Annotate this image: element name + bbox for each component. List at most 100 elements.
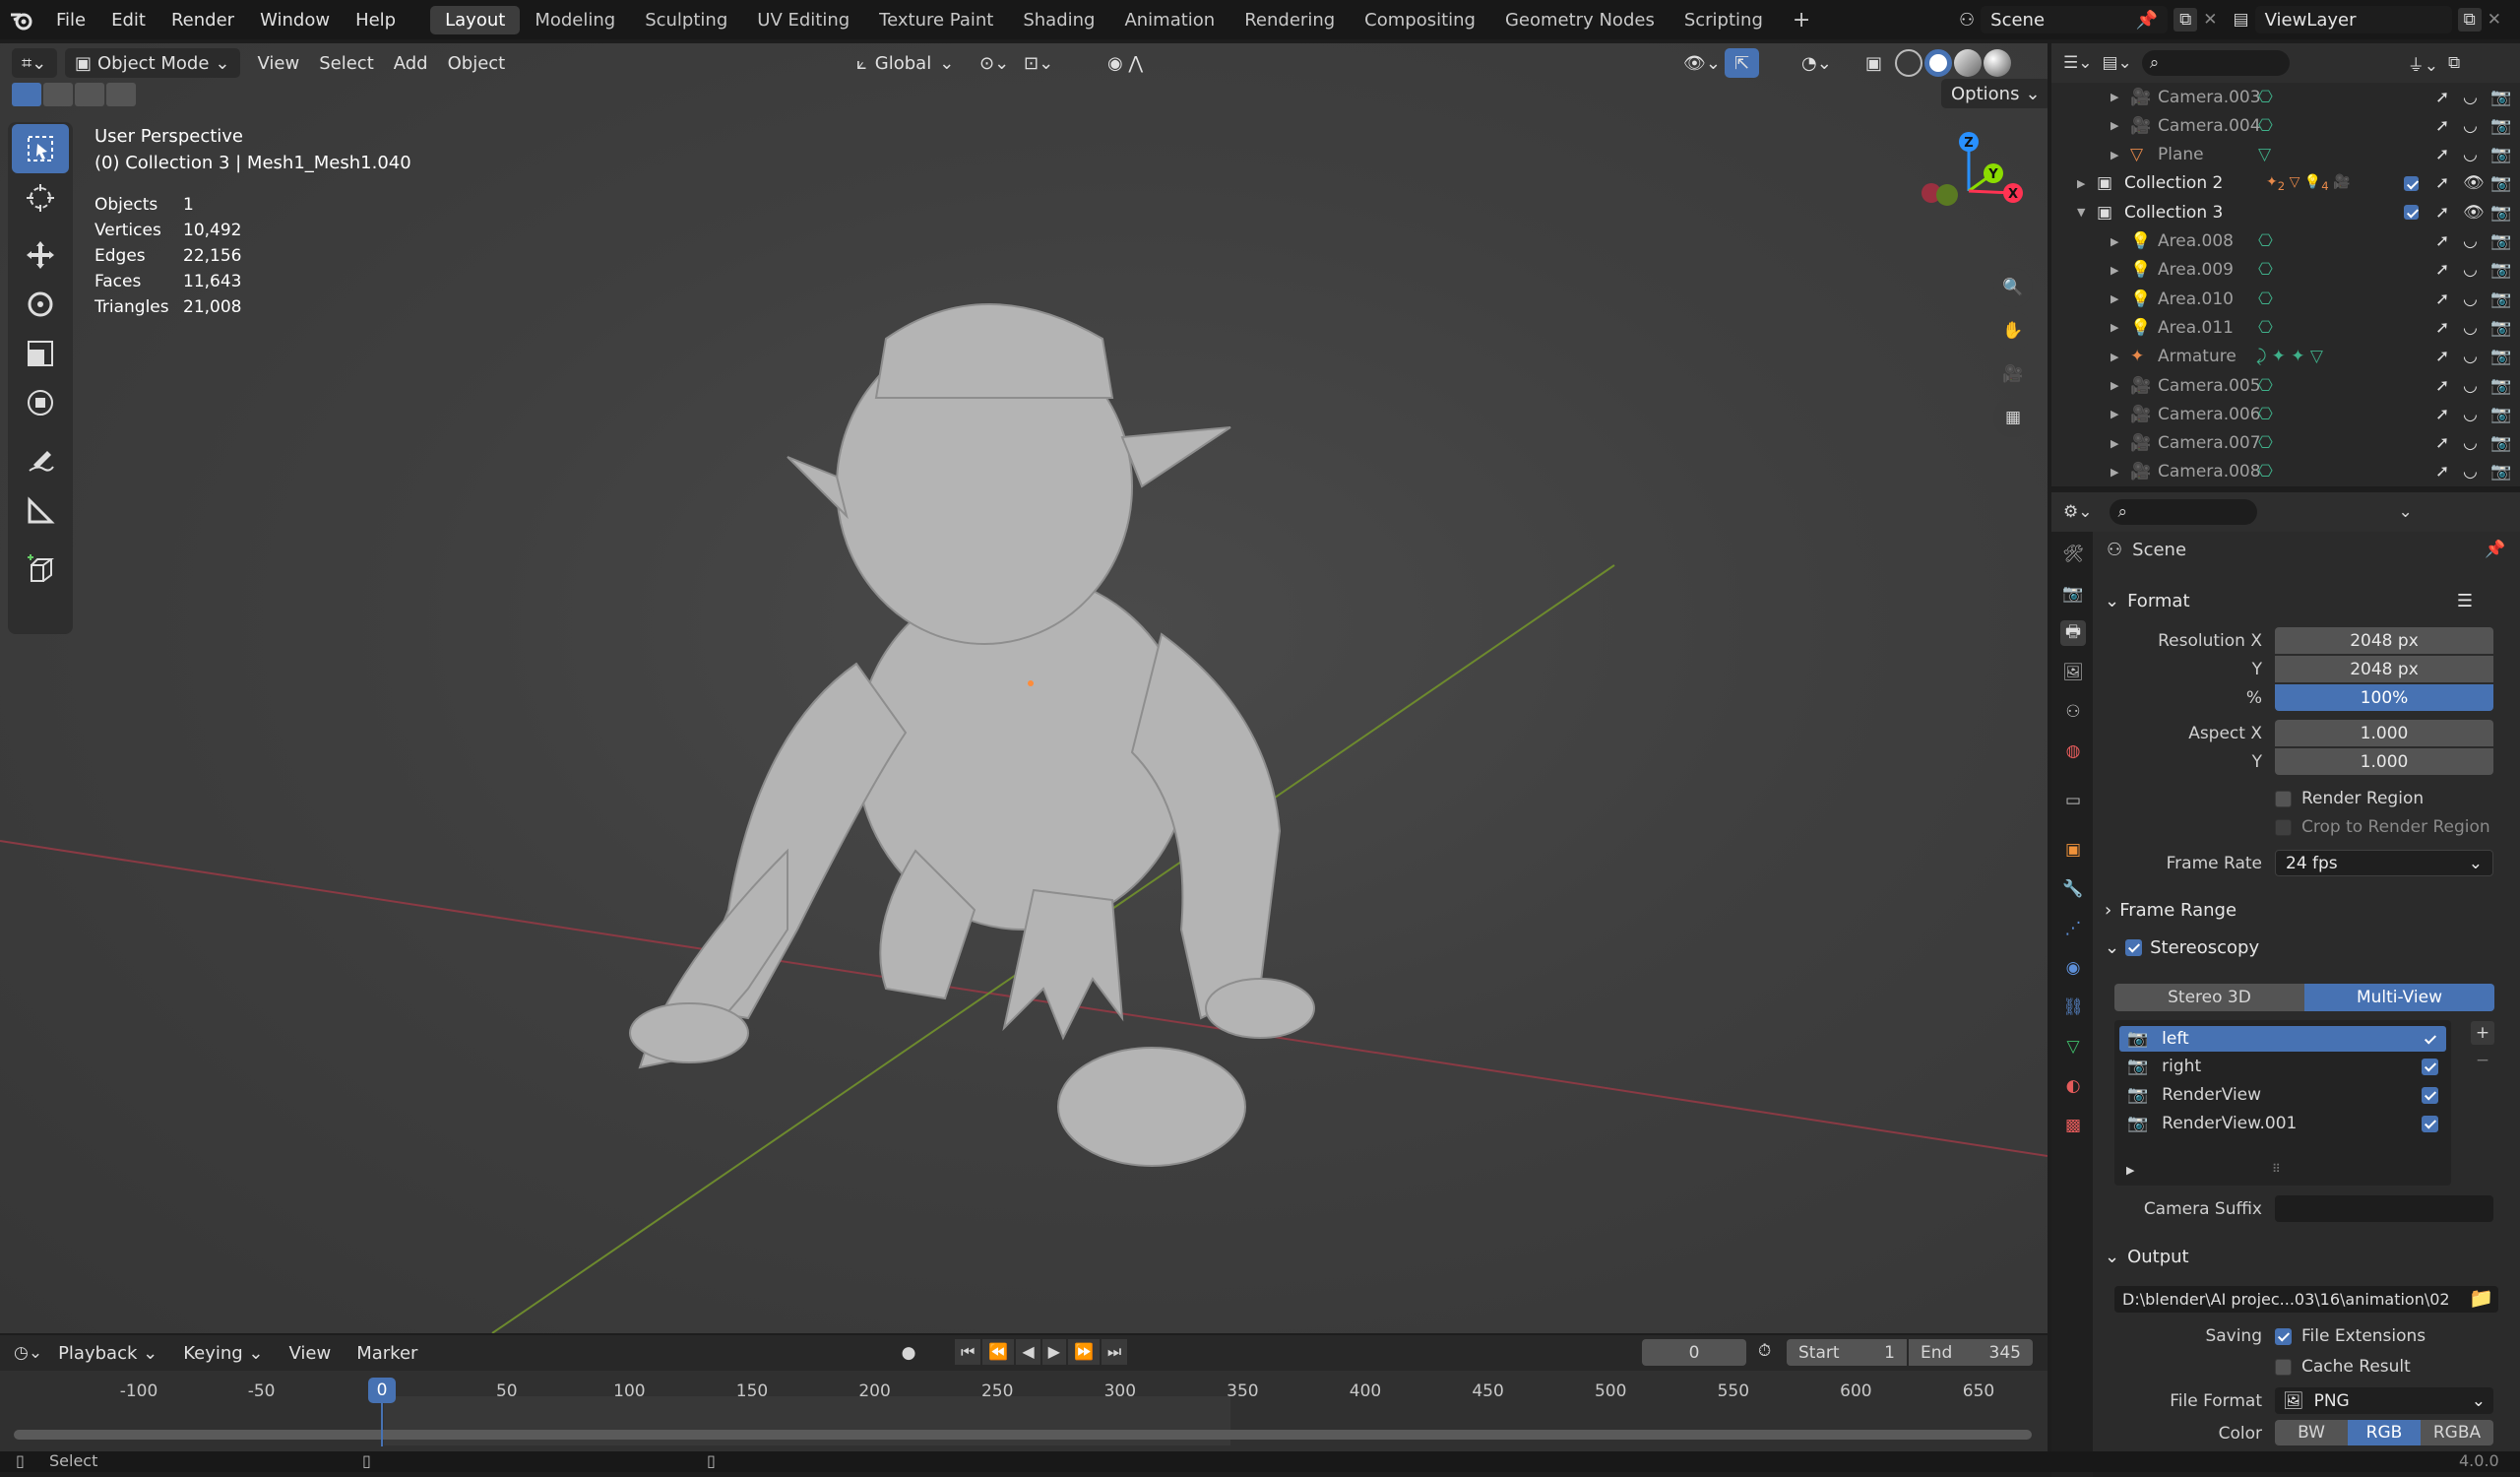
view-enabled-check[interactable] (2422, 1115, 2438, 1132)
properties-search-input[interactable]: ⌕ (2110, 499, 2258, 525)
xray-toggle-icon[interactable]: ▣ (1856, 48, 1892, 78)
modifier-tab-icon[interactable]: 🔧 (2060, 876, 2086, 902)
transform-orientation-dropdown[interactable]: ⟀ Global ⌄ (847, 48, 964, 78)
select-extend-icon[interactable] (43, 83, 73, 106)
world-tab-icon[interactable]: ◍ (2060, 738, 2086, 764)
scale-tool[interactable] (12, 329, 69, 378)
selectable-icon[interactable]: ➚ (2435, 433, 2449, 453)
render-visibility-icon[interactable]: 📷 (2490, 289, 2511, 309)
resolution-x-field[interactable]: 2048 px (2275, 627, 2493, 654)
delete-scene-icon[interactable]: ✕ (2203, 10, 2217, 30)
crop-region-check[interactable] (2275, 818, 2292, 836)
jump-end-icon[interactable]: ⏭ (1101, 1339, 1128, 1365)
view-layer-icon[interactable]: ▤ (2234, 10, 2249, 30)
outliner-row[interactable]: ▶ 🎥 Camera.008 ⎔ ➚ ◡ 📷 (2051, 458, 2520, 486)
outliner-row[interactable]: ▶ 🎥 Camera.004 ⎔ ➚ ◡ 📷 (2051, 111, 2520, 140)
visibility-eye-icon[interactable]: ◡ (2463, 347, 2478, 366)
visibility-eye-icon[interactable]: ◡ (2463, 116, 2478, 136)
record-button[interactable]: ● (896, 1341, 921, 1365)
expand-filter-icon[interactable]: ▶ (2126, 1164, 2134, 1177)
camera-view-icon[interactable]: 🎥 (1993, 354, 2033, 394)
next-keyframe-icon[interactable]: ⏩ (1067, 1339, 1100, 1365)
wireframe-shading-icon[interactable] (1895, 49, 1922, 77)
object-data-icon[interactable]: ⎔ (2258, 433, 2273, 453)
collection-tab-icon[interactable]: ▭ (2060, 788, 2086, 813)
list-item[interactable]: 📷 RenderView.001 (2119, 1111, 2446, 1136)
object-data-icon[interactable]: ⎔ (2258, 405, 2273, 424)
outliner-row[interactable]: ▶ 🎥 Camera.006 ⎔ ➚ ◡ 📷 (2051, 400, 2520, 428)
tool-tab-icon[interactable]: 🛠 (2060, 542, 2086, 567)
menu-timeline-view[interactable]: View (280, 1338, 342, 1368)
selectable-icon[interactable]: ➚ (2435, 289, 2449, 309)
navigation-gizmo[interactable]: Z Y X (1910, 122, 2028, 240)
expand-arrow-icon[interactable]: ▶ (2077, 177, 2085, 190)
select-new-icon[interactable] (12, 83, 41, 106)
menu-object[interactable]: Object (438, 48, 516, 78)
stereoscopy-check[interactable] (2125, 938, 2143, 956)
render-visibility-icon[interactable]: 📷 (2490, 203, 2511, 223)
outliner-row[interactable]: ▶ 💡 Area.009 ⎔ ➚ ◡ 📷 (2051, 256, 2520, 285)
visibility-eye-icon[interactable]: 👁 (2463, 203, 2485, 223)
tab-uv-editing[interactable]: UV Editing (742, 6, 864, 34)
timeline-scrollbar[interactable] (14, 1430, 2032, 1440)
render-visibility-icon[interactable]: 📷 (2490, 433, 2511, 453)
frame-rate-dropdown[interactable]: 24 fps ⌄ (2275, 850, 2493, 876)
visibility-eye-icon[interactable]: ◡ (2463, 376, 2478, 396)
zoom-icon[interactable]: 🔍 (1993, 268, 2033, 307)
filter-icon[interactable]: ⏚⌄ (2408, 51, 2438, 76)
pin-icon[interactable]: 📌 (2485, 540, 2505, 559)
particles-tab-icon[interactable]: ⋰ (2060, 916, 2086, 941)
tab-scripting[interactable]: Scripting (1670, 6, 1778, 34)
object-data-icon[interactable]: ⎔ (2258, 231, 2273, 251)
bw-button[interactable]: BW (2275, 1420, 2348, 1445)
selectable-icon[interactable]: ➚ (2435, 203, 2449, 223)
aspect-x-field[interactable]: 1.000 (2275, 720, 2493, 746)
list-item[interactable]: 📷 left (2119, 1026, 2446, 1052)
selectable-icon[interactable]: ➚ (2435, 88, 2449, 107)
tab-animation[interactable]: Animation (1109, 6, 1229, 34)
end-frame-field[interactable]: End 345 (1909, 1339, 2033, 1366)
cache-result-checkbox[interactable]: Cache Result (2275, 1357, 2411, 1377)
expand-arrow-icon[interactable]: ▶ (2110, 437, 2118, 450)
selectable-icon[interactable]: ➚ (2435, 462, 2449, 482)
new-collection-icon[interactable]: ⧉ (2448, 53, 2460, 73)
ortho-grid-icon[interactable]: ▦ (1993, 398, 2033, 437)
mode-dropdown[interactable]: ▣ Object Mode ⌄ (65, 48, 240, 78)
view-enabled-check[interactable] (2422, 1058, 2438, 1075)
stopwatch-icon[interactable]: ⏱ (1758, 1341, 1771, 1361)
view-layer-tab-icon[interactable]: 🖼 (2060, 660, 2086, 685)
menu-view[interactable]: View (248, 48, 310, 78)
menu-edit[interactable]: Edit (98, 10, 158, 31)
play-reverse-icon[interactable]: ◀ (1016, 1339, 1040, 1365)
menu-render[interactable]: Render (158, 10, 247, 31)
render-visibility-icon[interactable]: 📷 (2490, 231, 2511, 251)
visibility-eye-icon[interactable]: ◡ (2463, 231, 2478, 251)
tab-layout[interactable]: Layout (430, 5, 521, 34)
expand-arrow-icon[interactable]: ▶ (2110, 264, 2118, 277)
properties-editor-type-icon[interactable]: ⚙⌄ (2063, 502, 2092, 522)
scene-icon[interactable]: ⚇ (1959, 10, 1975, 31)
outliner-editor-type-icon[interactable]: ☰⌄ (2063, 53, 2092, 73)
play-icon[interactable]: ▶ (1041, 1339, 1066, 1365)
menu-file[interactable]: File (43, 10, 98, 31)
delete-view-layer-icon[interactable]: ✕ (2488, 10, 2501, 30)
tab-modeling[interactable]: Modeling (520, 6, 630, 34)
tab-shading[interactable]: Shading (1008, 6, 1109, 34)
object-data-icon[interactable]: ⎔ (2258, 462, 2273, 482)
stereoscopy-panel-header[interactable]: ⌄ Stereoscopy (2105, 931, 2496, 963)
tab-sculpting[interactable]: Sculpting (630, 6, 742, 34)
menu-playback[interactable]: Playback ⌄ (48, 1338, 167, 1368)
render-visibility-icon[interactable]: 📷 (2490, 462, 2511, 482)
resize-handle-icon[interactable]: ⠿ (2272, 1162, 2281, 1176)
selectable-icon[interactable]: ➚ (2435, 173, 2449, 193)
tab-rendering[interactable]: Rendering (1229, 6, 1350, 34)
object-data-icon[interactable]: ⎔ (2258, 116, 2273, 136)
selectable-icon[interactable]: ➚ (2435, 347, 2449, 366)
proportional-edit-icon[interactable]: ◉ ⋀ (1098, 48, 1153, 78)
file-extensions-check[interactable] (2275, 1327, 2292, 1345)
render-visibility-icon[interactable]: 📷 (2490, 88, 2511, 107)
texture-tab-icon[interactable]: ▩ (2060, 1113, 2086, 1138)
visibility-eye-icon[interactable]: ◡ (2463, 145, 2478, 164)
camera-suffix-input[interactable] (2275, 1195, 2493, 1222)
menu-help[interactable]: Help (343, 10, 409, 31)
